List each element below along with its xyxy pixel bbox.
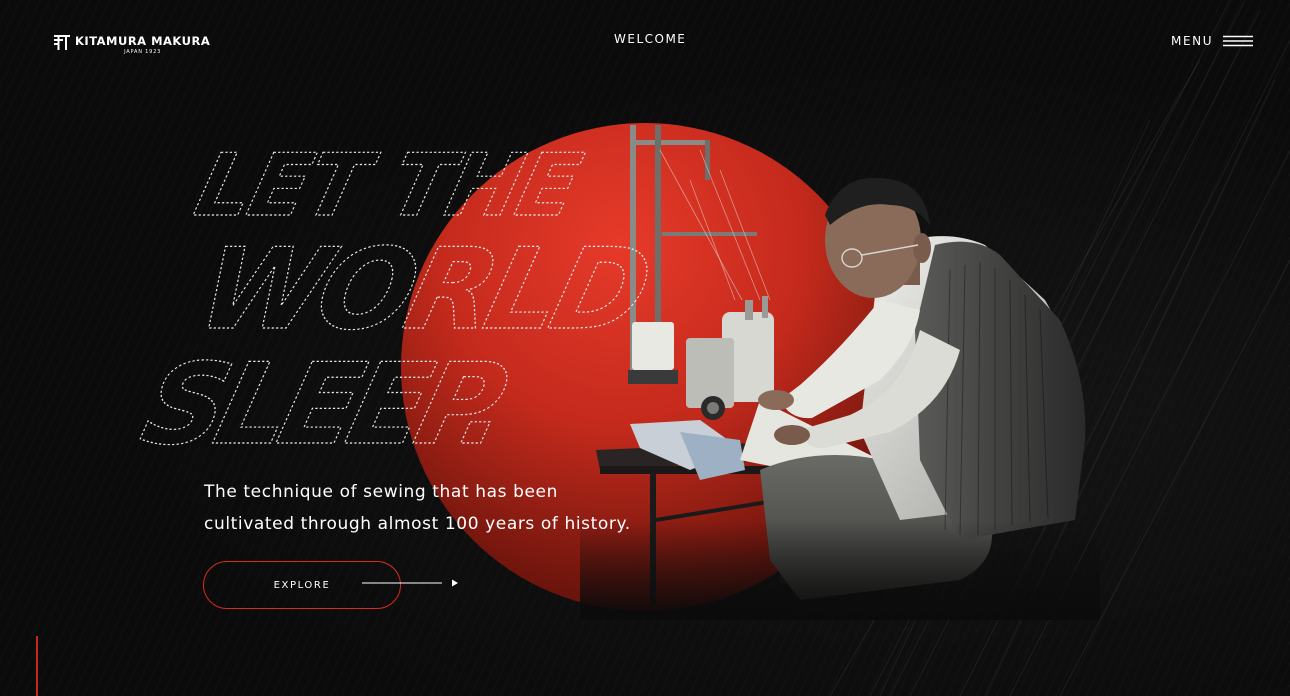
explore-label: EXPLORE [273, 579, 331, 591]
headline-line-2: WORLD [187, 224, 661, 355]
tagline-line-1: The technique of sewing that has been [204, 482, 558, 502]
scroll-indicator-line [36, 636, 38, 696]
tagline-line-2: cultivated through almost 100 years of h… [204, 514, 631, 534]
headline-line-3: SLEEP. [131, 339, 517, 470]
headline-line-1: LET THE [186, 135, 590, 235]
arrow-right-icon[interactable] [362, 578, 460, 588]
headline: LET THE WORLD SLEEP. [130, 135, 661, 471]
hero-tagline: The technique of sewing that has been cu… [204, 476, 644, 540]
